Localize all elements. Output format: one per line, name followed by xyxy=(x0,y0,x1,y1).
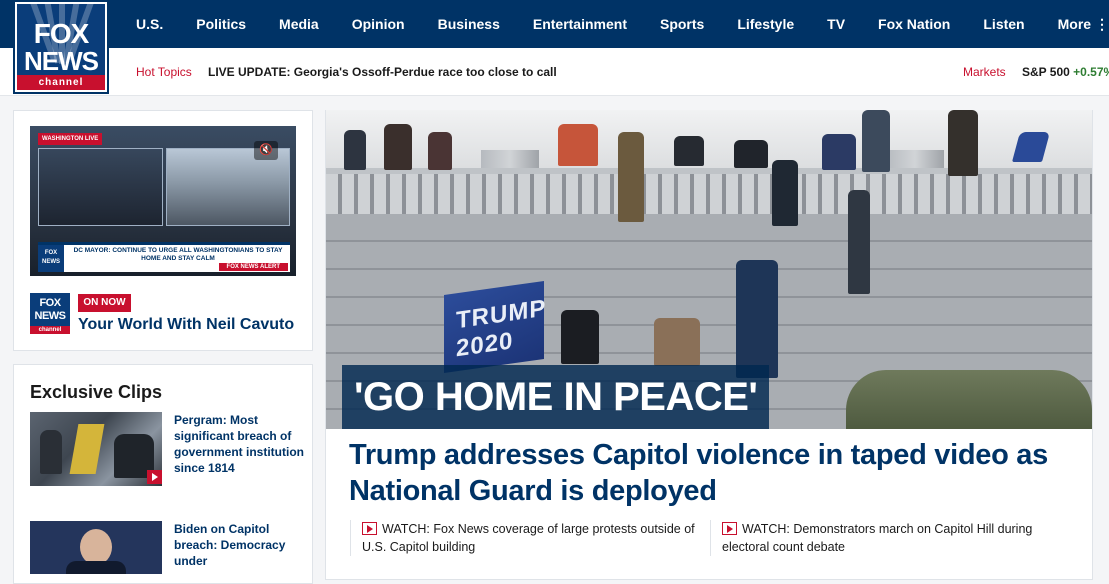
exclusive-clips-title: Exclusive Clips xyxy=(30,382,163,402)
hero-person xyxy=(618,132,644,222)
nav-fox-nation[interactable]: Fox Nation xyxy=(878,16,950,32)
video-podium-feed xyxy=(38,148,163,226)
hero-person xyxy=(862,110,890,172)
hero-climber xyxy=(654,318,700,366)
play-icon xyxy=(147,470,162,484)
hero-person xyxy=(772,160,798,226)
play-icon xyxy=(362,522,377,535)
nav-business[interactable]: Business xyxy=(438,16,500,32)
video-location-tag: WASHINGTON LIVE xyxy=(38,133,102,145)
video-lower-third-text: DC MAYOR: CONTINUE TO URGE ALL WASHINGTO… xyxy=(73,247,283,262)
nav-opinion[interactable]: Opinion xyxy=(352,16,405,32)
live-update-link[interactable]: LIVE UPDATE: Georgia's Ossoff-Perdue rac… xyxy=(208,65,557,79)
sp500-ticker[interactable]: S&P 500 +0.57% xyxy=(1022,65,1109,79)
nav-politics[interactable]: Politics xyxy=(196,16,246,32)
nav-more-menu[interactable]: More ⋮ xyxy=(1058,16,1109,33)
hero-climber xyxy=(848,190,870,294)
clip-headline[interactable]: Pergram: Most significant breach of gove… xyxy=(174,412,304,476)
hero-person xyxy=(384,124,412,170)
divider xyxy=(350,520,351,556)
hero-person xyxy=(558,124,598,166)
nav-listen[interactable]: Listen xyxy=(983,16,1024,32)
show-logo-news: NEWS xyxy=(34,310,67,322)
hero-trees xyxy=(846,370,1092,429)
hero-person xyxy=(948,110,978,176)
show-logo-fox: FOX xyxy=(39,297,61,309)
watch-link-text: WATCH: Demonstrators march on Capitol Hi… xyxy=(722,522,1033,554)
hero-climber xyxy=(736,260,778,378)
hero-person xyxy=(428,132,452,170)
nav-us[interactable]: U.S. xyxy=(136,16,163,32)
clip-flag xyxy=(69,424,105,474)
on-now-show-title[interactable]: Your World With Neil Cavuto xyxy=(78,316,294,334)
play-icon xyxy=(722,522,737,535)
hero-climber xyxy=(561,310,599,364)
clip-thumbnail[interactable] xyxy=(30,412,162,486)
sp500-change: +0.57% xyxy=(1073,65,1109,79)
hero-person xyxy=(734,140,768,168)
video-fox-logo: FOX NEWS xyxy=(38,245,64,272)
top-nav-bar: U.S. Politics Media Opinion Business Ent… xyxy=(0,0,1109,48)
logo-background: FOX NEWS channel xyxy=(17,4,105,90)
logo-text-fox: FOX xyxy=(33,18,90,49)
watch-link[interactable]: WATCH: Fox News coverage of large protes… xyxy=(362,520,702,556)
sp500-label: S&P 500 xyxy=(1022,65,1070,79)
on-now-badge: ON NOW xyxy=(78,294,131,312)
clip-suit xyxy=(66,561,126,574)
hot-topics-label[interactable]: Hot Topics xyxy=(136,65,192,79)
mute-icon[interactable]: 🔇 xyxy=(254,141,278,160)
hero-trump-flag: TRUMP 2020 xyxy=(444,280,546,374)
logo-text-channel: channel xyxy=(17,75,105,90)
hero-person xyxy=(674,136,704,166)
watch-link[interactable]: WATCH: Demonstrators march on Capitol Hi… xyxy=(722,520,1062,556)
hero-person xyxy=(344,130,366,170)
show-logo-channel: channel xyxy=(30,326,70,334)
nav-media[interactable]: Media xyxy=(279,16,319,32)
clip-headline[interactable]: Biden on Capitol breach: Democracy under xyxy=(174,521,304,569)
nav-lifestyle[interactable]: Lifestyle xyxy=(737,16,794,32)
main-headline[interactable]: Trump addresses Capitol violence in tape… xyxy=(349,437,1069,509)
video-alert-badge: FOX NEWS ALERT xyxy=(218,263,288,271)
fox-news-logo[interactable]: FOX NEWS channel xyxy=(13,0,109,94)
clip-thumbnail[interactable] xyxy=(30,521,162,574)
main-nav: U.S. Politics Media Opinion Business Ent… xyxy=(136,0,1109,48)
watch-link-text: WATCH: Fox News coverage of large protes… xyxy=(362,522,695,554)
ticker-bar: Hot Topics LIVE UPDATE: Georgia's Ossoff… xyxy=(0,48,1109,96)
video-lower-third: FOX NEWS DC MAYOR: CONTINUE TO URGE ALL W… xyxy=(38,242,290,272)
clip-face xyxy=(80,529,112,565)
hero-person xyxy=(822,134,856,170)
show-fox-news-logo: FOX NEWS channel xyxy=(30,293,70,334)
logo-text-news: NEWS xyxy=(24,46,99,76)
hero-flag-text: TRUMP 2020 xyxy=(456,294,546,363)
nav-entertainment[interactable]: Entertainment xyxy=(533,16,627,32)
markets-link[interactable]: Markets xyxy=(963,65,1006,79)
hero-caption: 'GO HOME IN PEACE' xyxy=(342,365,770,429)
clip-figure xyxy=(40,430,62,474)
nav-sports[interactable]: Sports xyxy=(660,16,704,32)
divider xyxy=(710,520,711,556)
nav-tv[interactable]: TV xyxy=(827,16,845,32)
